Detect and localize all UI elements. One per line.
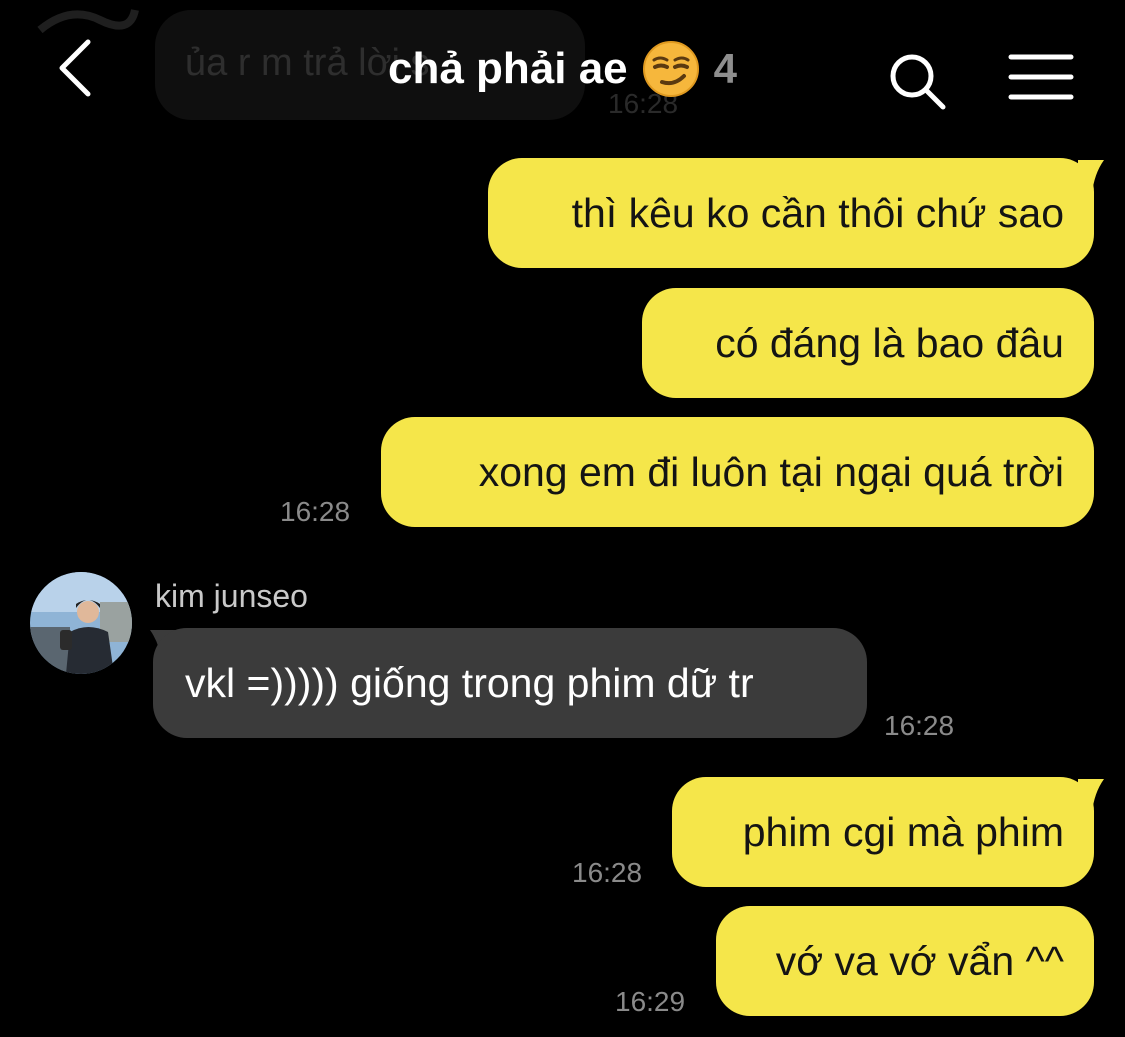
previous-message-text: ủa r m trả lời s [185, 42, 430, 84]
bubble-tail [1078, 160, 1104, 194]
menu-icon [1008, 54, 1074, 100]
outgoing-message-bubble[interactable]: thì kêu ko cần thôi chứ sao [488, 158, 1094, 268]
message-time: 16:28 [280, 496, 351, 527]
message-text: thì kêu ko cần thôi chứ sao [571, 190, 1064, 236]
sender-name: kim junseo [155, 578, 308, 614]
search-icon [890, 54, 946, 110]
back-chevron-icon [59, 39, 91, 97]
message-time: 16:28 [572, 857, 643, 888]
outgoing-message-bubble[interactable]: phim cgi mà phim [672, 777, 1094, 887]
menu-button[interactable] [1008, 52, 1074, 102]
incoming-message-bubble[interactable]: vkl =))))) giống trong phim dữ tr [153, 628, 867, 738]
message-text: vkl =))))) giống trong phim dữ tr [185, 660, 754, 706]
avatar[interactable] [30, 572, 132, 674]
message-text: xong em đi luôn tại ngại quá trời [478, 449, 1064, 495]
outgoing-message-bubble[interactable]: có đáng là bao đâu [642, 288, 1094, 398]
outgoing-message-bubble[interactable]: vớ va vớ vẩn ^^ [716, 906, 1094, 1016]
message-text: phim cgi mà phim [742, 809, 1064, 855]
search-button[interactable] [886, 50, 948, 112]
message-time: 16:29 [615, 986, 686, 1017]
bubble-tail [1078, 779, 1104, 813]
outgoing-message-bubble[interactable]: xong em đi luôn tại ngại quá trời [381, 417, 1094, 527]
message-text: có đáng là bao đâu [715, 320, 1064, 366]
previous-message-time: 16:28 [608, 88, 679, 119]
message-time: 16:28 [884, 710, 955, 741]
back-button[interactable] [52, 36, 102, 100]
avatar-photo [30, 572, 132, 674]
member-count: 4 [713, 45, 738, 92]
message-text: vớ va vớ vẩn ^^ [775, 938, 1064, 984]
